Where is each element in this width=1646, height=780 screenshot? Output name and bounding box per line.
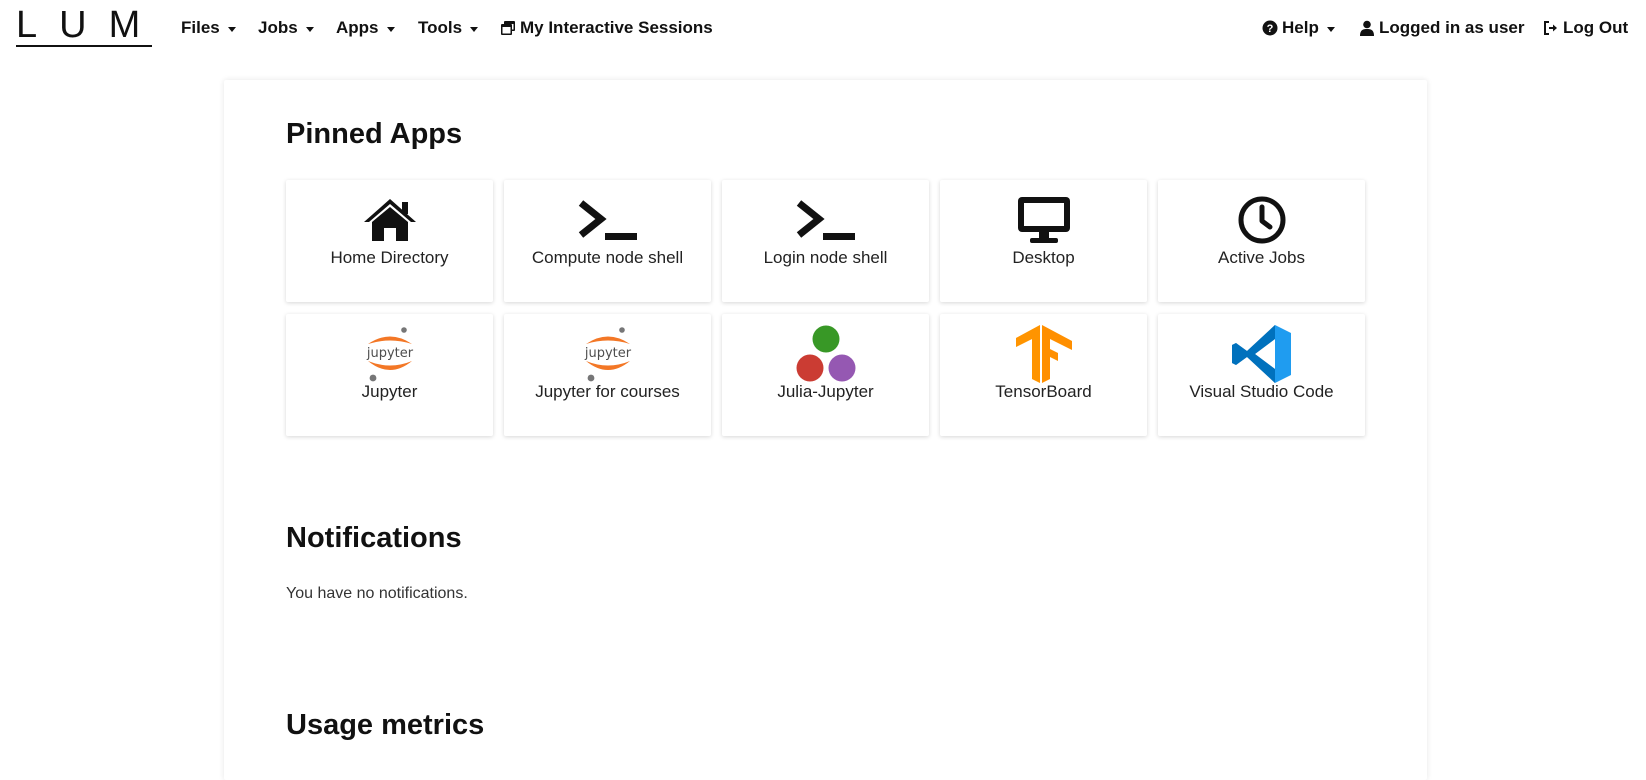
svg-text:jupyter: jupyter xyxy=(583,346,631,361)
nav-sessions-label: My Interactive Sessions xyxy=(520,18,713,37)
nav-logged-in-label: Logged in as user xyxy=(1379,18,1525,37)
app-tile-visual-studio-code[interactable]: Visual Studio Code xyxy=(1158,314,1365,436)
app-tile-compute-node-shell[interactable]: Compute node shell xyxy=(504,180,711,302)
notifications-heading: Notifications xyxy=(286,522,462,554)
nav-apps-dropdown[interactable]: Apps xyxy=(336,16,395,40)
app-tile-login-node-shell[interactable]: Login node shell xyxy=(722,180,929,302)
app-tile-tensorboard[interactable]: TensorBoard xyxy=(940,314,1147,436)
caret-down-icon xyxy=(1326,26,1335,32)
nav-files-label: Files xyxy=(181,18,220,37)
svg-text:jupyter: jupyter xyxy=(365,346,413,361)
home-icon xyxy=(363,199,416,241)
svg-text:?: ? xyxy=(1267,23,1274,35)
question-circle-icon: ? xyxy=(1262,20,1278,36)
windows-icon xyxy=(501,21,515,35)
caret-down-icon xyxy=(470,26,479,32)
nav-jobs-dropdown[interactable]: Jobs xyxy=(258,16,314,40)
app-label: Jupyter for courses xyxy=(535,382,680,401)
nav-files-dropdown[interactable]: Files xyxy=(181,16,236,40)
app-label: Home Directory xyxy=(330,248,449,267)
jupyter-logo-icon: jupyter xyxy=(583,327,631,382)
caret-down-icon xyxy=(227,26,236,32)
app-label: Compute node shell xyxy=(531,248,684,267)
user-icon xyxy=(1360,20,1374,36)
nav-jobs-label: Jobs xyxy=(258,18,298,37)
app-label: Julia-Jupyter xyxy=(777,382,874,401)
sign-out-icon xyxy=(1544,21,1557,35)
terminal-icon xyxy=(796,200,855,240)
nav-my-interactive-sessions[interactable]: My Interactive Sessions xyxy=(500,16,713,40)
app-tile-jupyter[interactable]: jupyter Jupyter xyxy=(286,314,493,436)
app-tile-jupyter-for-courses[interactable]: jupyter Jupyter for courses xyxy=(504,314,711,436)
app-tile-julia-jupyter[interactable]: Julia-Jupyter xyxy=(722,314,929,436)
app-label: Jupyter xyxy=(361,382,418,401)
desktop-icon xyxy=(1017,197,1070,243)
clock-icon xyxy=(1238,196,1285,244)
app-label: TensorBoard xyxy=(995,382,1092,401)
app-tile-active-jobs[interactable]: Active Jobs xyxy=(1158,180,1365,302)
usage-metrics-heading: Usage metrics xyxy=(286,709,485,741)
notifications-empty-message: You have no notifications. xyxy=(286,585,468,602)
lumi-logo[interactable]: LUMI xyxy=(16,8,152,48)
nav-log-out-label: Log Out xyxy=(1563,18,1629,37)
app-label: Visual Studio Code xyxy=(1189,382,1334,401)
vscode-logo-icon xyxy=(1231,325,1291,383)
pinned-apps-heading: Pinned Apps xyxy=(286,118,463,150)
jupyter-logo-icon: jupyter xyxy=(365,327,413,382)
nav-tools-label: Tools xyxy=(418,18,463,37)
app-tile-desktop[interactable]: Desktop xyxy=(940,180,1147,302)
nav-logged-in-user[interactable]: Logged in as user xyxy=(1359,16,1524,40)
caret-down-icon xyxy=(386,26,395,32)
top-navbar: LUMI Files Jobs Apps Tools My Interactiv… xyxy=(0,0,1646,60)
nav-log-out[interactable]: Log Out xyxy=(1543,16,1628,40)
nav-help-dropdown[interactable]: ? Help xyxy=(1262,16,1335,40)
app-label: Login node shell xyxy=(763,248,888,267)
lumi-logo-underline xyxy=(16,45,152,47)
dashboard-content: Pinned Apps Home Directory Compute node … xyxy=(224,80,1427,780)
nav-help-label: Help xyxy=(1282,18,1319,37)
app-label: Desktop xyxy=(1012,248,1075,267)
lumi-logo-text: LUMI xyxy=(16,8,152,42)
tensorflow-logo-icon xyxy=(1015,325,1072,383)
caret-down-icon xyxy=(305,26,314,32)
nav-tools-dropdown[interactable]: Tools xyxy=(418,16,479,40)
app-tile-home-directory[interactable]: Home Directory xyxy=(286,180,493,302)
julia-logo-icon xyxy=(796,325,855,382)
terminal-icon xyxy=(578,200,637,240)
nav-apps-label: Apps xyxy=(336,18,379,37)
app-label: Active Jobs xyxy=(1218,248,1305,267)
